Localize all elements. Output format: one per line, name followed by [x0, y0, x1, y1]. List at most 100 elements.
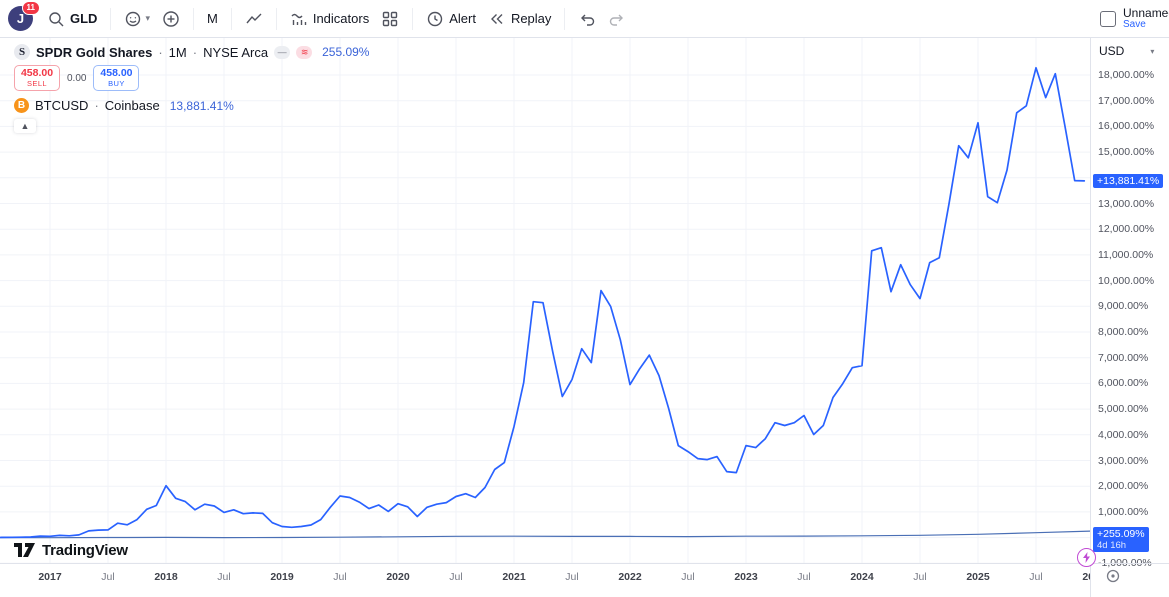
notification-badge: 11	[22, 1, 40, 15]
time-axis[interactable]: Jul2017Jul2018Jul2019Jul2020Jul2021Jul20…	[0, 564, 1090, 588]
tradingview-app: J 11 GLD ▾ M	[0, 0, 1169, 597]
caret-up-icon: ▲	[21, 121, 30, 131]
price-axis-label: 15,000.00%	[1098, 146, 1154, 158]
bitcoin-icon: B	[14, 98, 29, 113]
price-axis-label: 6,000.00%	[1098, 377, 1148, 389]
price-axis-label: 1,000.00%	[1098, 506, 1148, 518]
mood-icon	[124, 10, 142, 28]
main-series-row[interactable]: S SPDR Gold Shares · 1M · NYSE Arca — ≋ …	[14, 44, 369, 60]
toolbar-separator	[231, 8, 232, 30]
time-axis-label: Jul	[217, 571, 230, 583]
market-closed-icon[interactable]: —	[274, 46, 290, 59]
top-toolbar: J 11 GLD ▾ M	[0, 0, 1169, 38]
btc-price-badge: +13,881.41%	[1093, 174, 1163, 188]
price-axis-label: 16,000.00%	[1098, 120, 1154, 132]
spread-value: 0.00	[67, 73, 86, 84]
compare-change-percent: 13,881.41%	[170, 99, 234, 113]
chevron-down-icon: ▾	[145, 13, 150, 24]
alert-clock-icon	[426, 10, 444, 28]
save-layout-link[interactable]: Save	[1123, 19, 1169, 31]
tradingview-wordmark: TradingView	[42, 542, 128, 559]
tradingview-mark-icon	[14, 543, 36, 559]
sell-label: SELL	[27, 79, 47, 89]
alert-label: Alert	[449, 11, 476, 26]
gld-price-badge: +255.09%4d 16h	[1093, 527, 1149, 552]
time-axis-label: Jul	[1029, 571, 1042, 583]
redo-button[interactable]	[602, 6, 632, 32]
price-axis-label: 5,000.00%	[1098, 403, 1148, 415]
price-axis-label: 4,000.00%	[1098, 429, 1148, 441]
gld-series-line[interactable]	[0, 531, 1090, 538]
price-axis-label: 11,000.00%	[1098, 249, 1153, 261]
price-axis-label: 2,000.00%	[1098, 480, 1148, 492]
compare-series-row[interactable]: B BTCUSD · Coinbase 13,881.41%	[14, 98, 369, 113]
redo-icon	[608, 10, 626, 28]
compare-add-button[interactable]	[156, 6, 186, 32]
time-axis-label: Jul	[333, 571, 346, 583]
time-axis-label: Jul	[449, 571, 462, 583]
replay-label: Replay	[511, 11, 551, 26]
symbol-exchange: NYSE Arca	[203, 45, 268, 60]
time-axis-label: Jul	[681, 571, 694, 583]
tradingview-logo[interactable]: TradingView	[14, 542, 128, 559]
search-icon	[47, 10, 65, 28]
time-axis-label: 2024	[850, 571, 873, 583]
layout-name[interactable]: Unnamed	[1123, 7, 1169, 19]
gld-badge-value: +255.09%	[1097, 528, 1145, 540]
toolbar-separator	[412, 8, 413, 30]
toolbar-separator	[276, 8, 277, 30]
symbol-title[interactable]: SPDR Gold Shares	[36, 45, 152, 60]
user-avatar[interactable]: J 11	[8, 6, 33, 31]
interval-label: M	[207, 11, 218, 26]
btc-series-line[interactable]	[0, 68, 1084, 538]
symbol-search-button[interactable]: GLD	[41, 6, 103, 32]
time-axis-label: 2019	[270, 571, 293, 583]
indicators-button[interactable]: Indicators	[284, 6, 375, 32]
buy-price: 458.00	[100, 68, 132, 78]
line-chart-icon	[245, 10, 263, 28]
compare-exchange: Coinbase	[105, 98, 160, 113]
compare-symbol[interactable]: BTCUSD	[35, 98, 88, 113]
buy-button[interactable]: 458.00 BUY	[93, 65, 139, 91]
price-axis-label: 9,000.00%	[1098, 300, 1148, 312]
separator-dot: ·	[158, 45, 162, 60]
time-axis-label: 2017	[38, 571, 61, 583]
sell-button[interactable]: 458.00 SELL	[14, 65, 60, 91]
currency-selector[interactable]: USD ▾	[1091, 38, 1169, 58]
indicators-icon	[290, 10, 308, 28]
layout-grid-button[interactable]	[375, 6, 405, 32]
post-market-icon[interactable]: ≋	[296, 46, 312, 59]
symbol-change-percent: 255.09%	[322, 45, 369, 59]
replay-button[interactable]: Replay	[482, 6, 557, 32]
chart-type-button[interactable]	[239, 6, 269, 32]
trade-buttons-row: 458.00 SELL 0.00 458.00 BUY	[14, 65, 369, 91]
axis-settings-gear-icon[interactable]	[1105, 568, 1121, 584]
indicators-label: Indicators	[313, 11, 369, 26]
replay-icon	[488, 10, 506, 28]
plus-circle-icon	[162, 10, 180, 28]
time-axis-label: 2021	[502, 571, 525, 583]
mood-menu-button[interactable]: ▾	[118, 6, 156, 32]
time-axis-label: 2023	[734, 571, 757, 583]
price-axis-label: 7,000.00%	[1098, 352, 1148, 364]
price-axis-label: 18,000.00%	[1098, 69, 1154, 81]
time-axis-label: Jul	[565, 571, 578, 583]
time-axis-label: 2025	[966, 571, 989, 583]
symbol-interval[interactable]: 1M	[169, 45, 187, 60]
alert-button[interactable]: Alert	[420, 6, 482, 32]
interval-button[interactable]: M	[201, 7, 224, 30]
price-axis-label: 3,000.00%	[1098, 455, 1148, 467]
chart-legend: S SPDR Gold Shares · 1M · NYSE Arca — ≋ …	[14, 44, 369, 133]
price-axis-label: 13,000.00%	[1098, 198, 1154, 210]
undo-button[interactable]	[572, 6, 602, 32]
layout-manager[interactable]: Unnamed Save	[1100, 0, 1169, 38]
toolbar-separator	[564, 8, 565, 30]
price-axis[interactable]: USD ▾ 18,000.00%17,000.00%16,000.00%15,0…	[1090, 38, 1169, 597]
separator-dot: ·	[94, 98, 98, 113]
caret-down-icon: ▾	[1150, 47, 1154, 56]
legend-collapse-button[interactable]: ▲	[14, 119, 36, 133]
layout-select-icon[interactable]	[1100, 11, 1116, 27]
toolbar-separator	[193, 8, 194, 30]
layout-grid-icon	[381, 10, 399, 28]
quick-action-button[interactable]	[1077, 548, 1096, 567]
